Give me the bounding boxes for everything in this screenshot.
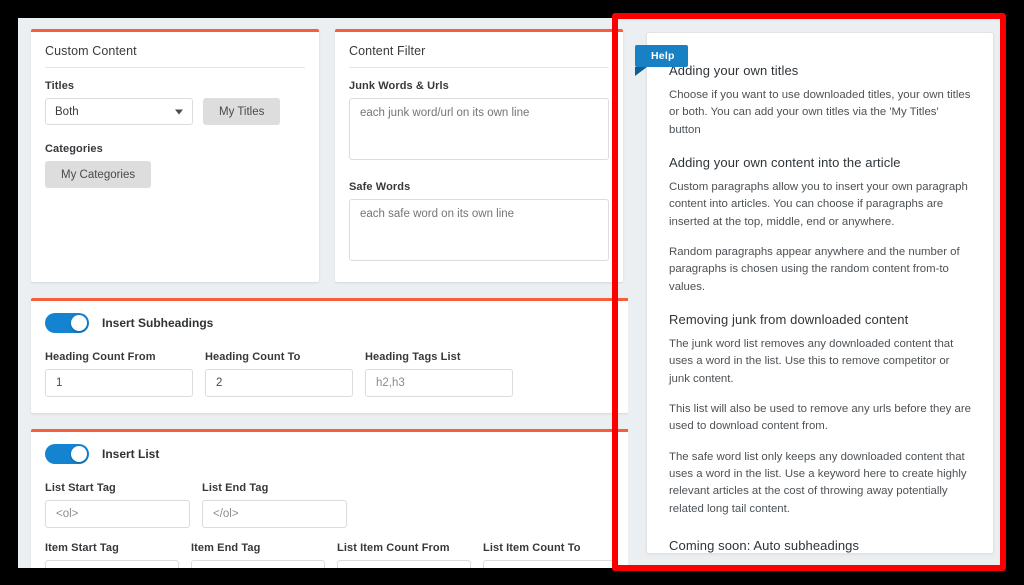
categories-label: Categories [45,143,103,155]
safe-words-textarea[interactable] [349,199,609,261]
insert-subheadings-card: Insert Subheadings Heading Count From He… [31,298,631,413]
list-start-tag-input[interactable] [45,500,190,528]
list-item-count-from-input[interactable] [337,560,471,568]
help-paragraph: Random paragraphs appear anywhere and th… [669,245,960,293]
titles-control-row: Both My Titles [45,98,305,125]
list-end-tag-label: List End Tag [202,482,269,494]
item-start-tag-input[interactable] [45,560,179,568]
insert-list-toggle[interactable] [45,444,89,464]
item-end-tag-field: Item End Tag [191,542,325,568]
list-item-count-from-label: List Item Count From [337,542,450,554]
help-card: Help Adding your own titles Choose if yo… [635,32,994,554]
heading-count-from-input[interactable] [45,369,193,397]
insert-list-card: Insert List List Start Tag List End Tag [31,429,631,568]
junk-words-label: Junk Words & Urls [349,80,449,92]
heading-count-to-input[interactable] [205,369,353,397]
custom-content-card: Custom Content Titles Both My Titles Cat… [31,29,319,282]
content-filter-card: Content Filter Junk Words & Urls Safe Wo… [335,29,623,282]
custom-content-title: Custom Content [45,44,305,68]
list-item-count-from-field: List Item Count From [337,542,471,568]
insert-subheadings-label: Insert Subheadings [102,316,214,330]
help-panel: Help Adding your own titles Choose if yo… [628,18,1006,568]
app-page: Custom Content Titles Both My Titles Cat… [18,18,1006,568]
help-paragraph: Choose if you want to use downloaded tit… [669,89,971,136]
heading-tags-list-input[interactable] [365,369,513,397]
item-start-tag-field: Item Start Tag [45,542,179,568]
list-start-tag-label: List Start Tag [45,482,116,494]
item-start-tag-label: Item Start Tag [45,542,119,554]
content-filter-title: Content Filter [349,44,609,68]
my-titles-button[interactable]: My Titles [203,98,281,125]
heading-count-to-label: Heading Count To [205,351,301,363]
junk-words-textarea[interactable] [349,98,609,160]
heading-count-from-label: Heading Count From [45,351,156,363]
insert-list-label: Insert List [102,447,160,461]
list-item-count-to-field: List Item Count To [483,542,617,568]
list-item-grid: Item Start Tag Item End Tag List Item Co… [45,542,617,568]
chevron-down-icon [175,109,183,114]
titles-select-value: Both [55,105,79,118]
toggle-knob [71,315,87,331]
safe-words-label: Safe Words [349,181,411,193]
my-categories-button[interactable]: My Categories [45,161,152,188]
insert-subheadings-toggle[interactable] [45,313,89,333]
settings-column: Custom Content Titles Both My Titles Cat… [31,29,631,568]
help-paragraph: The junk word list removes any downloade… [669,337,954,385]
help-heading-junk: Removing junk from downloaded content [669,311,909,327]
heading-tags-list-label: Heading Tags List [365,351,461,363]
help-heading-content: Adding your own content into the article [669,154,901,170]
list-tag-grid: List Start Tag List End Tag [45,482,617,528]
titles-select[interactable]: Both [45,98,193,125]
titles-label: Titles [45,80,75,92]
help-paragraph: This list will also be used to remove an… [669,402,971,433]
screenshot-frame: Custom Content Titles Both My Titles Cat… [0,0,1024,585]
heading-count-from-field: Heading Count From [45,351,193,397]
item-end-tag-input[interactable] [191,560,325,568]
insert-list-toggle-row: Insert List [45,444,617,464]
help-paragraph: Custom paragraphs allow you to insert yo… [669,180,968,228]
help-badge: Help [635,45,688,76]
help-heading-titles: Adding your own titles [669,63,799,78]
list-start-tag-field: List Start Tag [45,482,190,528]
categories-control-row: My Categories [45,161,305,188]
insert-subheadings-toggle-row: Insert Subheadings [45,313,617,333]
list-item-count-to-input[interactable] [483,560,617,568]
heading-tags-list-field: Heading Tags List [365,351,513,397]
toggle-knob [71,446,87,462]
list-end-tag-input[interactable] [202,500,347,528]
list-end-tag-field: List End Tag [202,482,347,528]
help-coming-soon-subheadings: Coming soon: Auto subheadings [669,537,860,553]
item-end-tag-label: Item End Tag [191,542,261,554]
top-card-row: Custom Content Titles Both My Titles Cat… [31,29,631,282]
heading-count-to-field: Heading Count To [205,351,353,397]
help-paragraph: The safe word list only keeps any downlo… [669,450,967,515]
list-item-count-to-label: List Item Count To [483,542,581,554]
subheadings-field-grid: Heading Count From Heading Count To Head… [45,351,617,397]
